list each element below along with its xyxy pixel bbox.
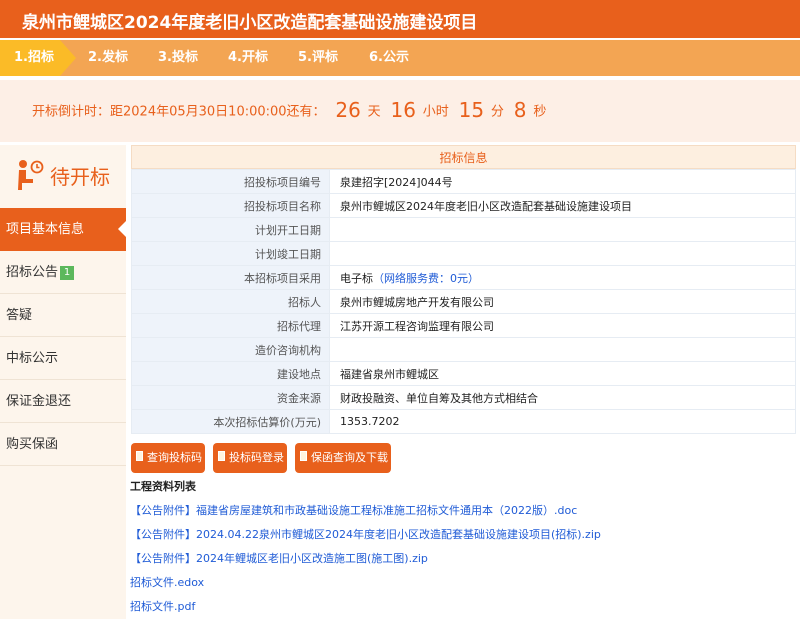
row-value: 泉州市鲤城区2024年度老旧小区改造配套基础设施建设项目 <box>329 193 796 218</box>
file-link[interactable]: 招标文件.pdf <box>130 598 195 614</box>
sidebar-item-label: 招标公告 <box>6 265 59 280</box>
sidebar-item-qa[interactable]: 答疑 <box>0 294 126 337</box>
row-key: 资金来源 <box>131 385 330 410</box>
row-key: 招标人 <box>131 289 330 314</box>
step-2[interactable]: 2.发标 <box>88 40 128 76</box>
row-value <box>329 337 796 362</box>
row-key: 招投标项目编号 <box>131 169 330 194</box>
sidebar-item-label: 保证金退还 <box>6 394 72 409</box>
document-icon <box>218 451 225 461</box>
step-1[interactable]: 1.招标 <box>0 40 76 76</box>
row-value: 江苏开源工程咨询监理有限公司 <box>329 313 796 338</box>
sidebar-item-label: 答疑 <box>6 308 33 323</box>
row-key: 招投标项目名称 <box>131 193 330 218</box>
document-icon <box>136 451 143 461</box>
bid-code-login-button[interactable]: 投标码登录 <box>213 443 287 473</box>
row-value: 电子标 <box>340 271 373 285</box>
sidebar-item-deposit-refund[interactable]: 保证金退还 <box>0 380 126 423</box>
row-key: 本招标项目采用 <box>131 265 330 290</box>
countdown-minutes-unit: 分 <box>490 104 504 120</box>
file-link[interactable]: 【公告附件】2024年鲤城区老旧小区改造施工图(施工图).zip <box>130 550 428 566</box>
row-key: 造价咨询机构 <box>131 337 330 362</box>
file-list-title: 工程资料列表 <box>130 480 196 493</box>
panel-heading: 招标信息 <box>131 145 796 169</box>
row-value <box>329 217 796 242</box>
table-row: 计划开工日期 <box>131 217 796 242</box>
document-icon <box>300 451 307 461</box>
row-value: 福建省泉州市鲤城区 <box>329 361 796 386</box>
progress-steps: 1.招标 2.发标 3.投标 4.开标 5.评标 6.公示 <box>0 40 800 76</box>
table-row: 建设地点 福建省泉州市鲤城区 <box>131 361 796 386</box>
row-value: 泉州市鲤城房地产开发有限公司 <box>329 289 796 314</box>
row-value: 财政投融资、单位自筹及其他方式相结合 <box>329 385 796 410</box>
sidebar: 待开标 项目基本信息 招标公告 1 答疑 中标公示 保证金退还 购买保函 <box>0 145 126 619</box>
row-value: 泉建招字[2024]044号 <box>329 169 796 194</box>
sidebar-item-label: 购买保函 <box>6 437 59 452</box>
button-label: 查询投标码 <box>147 451 202 464</box>
row-value <box>329 241 796 266</box>
button-label: 保函查询及下载 <box>311 451 388 464</box>
tender-info-panel: 招标信息 招投标项目编号 泉建招字[2024]044号 招投标项目名称 泉州市鲤城区… <box>131 145 796 434</box>
title-bar: 泉州市鲤城区2024年度老旧小区改造配套基础设施建设项目 <box>0 0 800 38</box>
table-row: 造价咨询机构 <box>131 337 796 362</box>
step-5[interactable]: 5.评标 <box>298 40 338 76</box>
row-key: 招标代理 <box>131 313 330 338</box>
status-header: 待开标 <box>0 145 126 207</box>
sidebar-item-buy-guarantee[interactable]: 购买保函 <box>0 423 126 466</box>
table-row: 招投标项目编号 泉建招字[2024]044号 <box>131 169 796 194</box>
table-row: 本次招标估算价(万元) 1353.7202 <box>131 409 796 434</box>
status-text: 待开标 <box>50 165 110 189</box>
page-title: 泉州市鲤城区2024年度老旧小区改造配套基础设施建设项目 <box>22 13 478 33</box>
notice-count-badge: 1 <box>60 266 75 280</box>
countdown-hours-unit: 小时 <box>422 104 449 120</box>
countdown-days-unit: 天 <box>367 104 381 120</box>
step-6[interactable]: 6.公示 <box>369 40 409 76</box>
service-fee-text: （网络服务费：0元） <box>373 271 479 285</box>
countdown-days: 26 <box>335 98 361 122</box>
row-key: 计划开工日期 <box>131 217 330 242</box>
file-link[interactable]: 【公告附件】2024.04.22泉州市鲤城区2024年度老旧小区改造配套基础设施… <box>130 526 601 542</box>
info-table: 招投标项目编号 泉建招字[2024]044号 招投标项目名称 泉州市鲤城区2024年… <box>131 169 796 434</box>
guarantee-query-download-button[interactable]: 保函查询及下载 <box>295 443 391 473</box>
sidebar-item-label: 项目基本信息 <box>6 222 85 237</box>
step-4[interactable]: 4.开标 <box>228 40 268 76</box>
table-row: 招标人 泉州市鲤城房地产开发有限公司 <box>131 289 796 314</box>
countdown-row: 开标倒计时：距2024年05月30日10:00:00还有： 26 天 16 小时… <box>32 98 546 122</box>
sidebar-item-project-info[interactable]: 项目基本信息 <box>0 208 126 251</box>
row-value: 1353.7202 <box>329 409 796 434</box>
button-label: 投标码登录 <box>229 451 284 464</box>
file-link[interactable]: 招标文件.edox <box>130 574 204 590</box>
table-row: 资金来源 财政投融资、单位自筹及其他方式相结合 <box>131 385 796 410</box>
file-list: 工程资料列表 【公告附件】福建省房屋建筑和市政基础设施工程标准施工招标文件通用本… <box>130 478 790 613</box>
countdown-seconds: 8 <box>513 98 527 122</box>
sidebar-item-label: 中标公示 <box>6 351 59 366</box>
table-row: 计划竣工日期 <box>131 241 796 266</box>
query-bid-code-button[interactable]: 查询投标码 <box>131 443 205 473</box>
sidebar-item-award-notice[interactable]: 中标公示 <box>0 337 126 380</box>
table-row: 招标代理 江苏开源工程咨询监理有限公司 <box>131 313 796 338</box>
row-key: 计划竣工日期 <box>131 241 330 266</box>
row-value-cell: 电子标（网络服务费：0元） <box>329 265 796 290</box>
person-clock-icon <box>18 160 44 190</box>
countdown-minutes: 15 <box>458 98 485 122</box>
countdown-bar: 开标倒计时：距2024年05月30日10:00:00还有： 26 天 16 小时… <box>0 80 800 142</box>
countdown-hours: 16 <box>390 98 416 122</box>
countdown-label: 开标倒计时：距2024年05月30日10:00:00还有： <box>32 104 326 120</box>
step-3[interactable]: 3.投标 <box>158 40 198 76</box>
countdown-seconds-unit: 秒 <box>533 104 547 120</box>
table-row: 本招标项目采用 电子标（网络服务费：0元） <box>131 265 796 290</box>
file-link[interactable]: 【公告附件】福建省房屋建筑和市政基础设施工程标准施工招标文件通用本（2022版）… <box>130 502 577 518</box>
table-row: 招投标项目名称 泉州市鲤城区2024年度老旧小区改造配套基础设施建设项目 <box>131 193 796 218</box>
sidebar-item-tender-notice[interactable]: 招标公告 1 <box>0 251 126 294</box>
row-key: 本次招标估算价(万元) <box>131 409 330 434</box>
row-key: 建设地点 <box>131 361 330 386</box>
